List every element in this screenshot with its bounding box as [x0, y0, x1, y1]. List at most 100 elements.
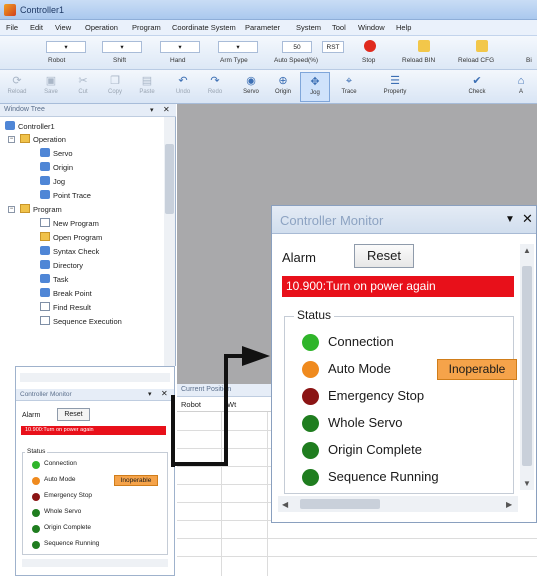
reload-label: Reload [7, 89, 27, 95]
cut-button[interactable]: ✂ Cut [68, 72, 98, 102]
hand-select[interactable]: ▾ [160, 41, 200, 53]
reload-cfg-icon[interactable] [476, 40, 488, 52]
property-button[interactable]: ☰ Property [380, 72, 410, 102]
close-icon[interactable]: ✕ [163, 105, 170, 114]
grid-divider [177, 538, 537, 539]
extra-icon: ⌂ [517, 75, 525, 87]
alarm-label: Alarm [282, 250, 316, 265]
property-icon: ☰ [390, 75, 400, 87]
extra-label: A [518, 89, 523, 95]
save-icon: ▣ [45, 75, 57, 87]
scroll-left-icon[interactable]: ◀ [282, 500, 288, 509]
tree-item-directory[interactable]: Directory [40, 260, 83, 272]
tree-item-point-trace[interactable]: Point Trace [40, 190, 91, 202]
pin-icon[interactable]: ▼ [505, 214, 515, 225]
menu-view[interactable]: View [55, 23, 71, 32]
menu-operation[interactable]: Operation [85, 23, 118, 32]
trace-button[interactable]: ⌖ Trace [334, 72, 364, 102]
status-connection-label: Connection [328, 334, 394, 349]
title-bar: Controller1 [0, 0, 537, 20]
status-sequence-running-label: Sequence Running [328, 469, 439, 484]
undo-button[interactable]: ↶ Undo [168, 72, 198, 102]
rst-field[interactable]: RST [322, 41, 344, 53]
scroll-up-icon[interactable]: ▲ [523, 246, 531, 255]
reset-button[interactable]: Reset [354, 244, 414, 268]
copy-button[interactable]: ❐ Copy [100, 72, 130, 102]
toolbar-extra-button[interactable]: ⌂ A [506, 72, 536, 102]
tree-item-break-point[interactable]: Break Point [40, 288, 92, 300]
jog-icon: ✥ [310, 76, 320, 88]
monitor-title: Controller Monitor [280, 213, 384, 228]
auto-speed-label: Auto Speed(%) [274, 57, 319, 64]
whole-servo-indicator-icon [302, 415, 319, 432]
tree-break-point-label: Break Point [53, 289, 92, 298]
reload-button[interactable]: ⟳ Reload [2, 72, 32, 102]
status-sequence-running: Sequence Running [32, 540, 99, 547]
tree-program-label: Program [33, 205, 62, 214]
servo-button[interactable]: ◉ Servo [236, 72, 266, 102]
tree-item-origin[interactable]: Origin [40, 162, 73, 174]
tree-item-task[interactable]: Task [40, 274, 68, 286]
menu-file[interactable]: File [6, 23, 18, 32]
monitor-scrollbar-thumb[interactable] [522, 266, 532, 466]
arm-type-label: Arm Type [220, 57, 248, 64]
jog-button[interactable]: ✥ Jog [300, 72, 330, 102]
monitor-hscroll-thumb[interactable] [300, 499, 380, 509]
menu-window[interactable]: Window [358, 23, 385, 32]
tree-syntax-check-label: Syntax Check [53, 247, 100, 256]
tree-item-find-result[interactable]: Find Result [40, 302, 91, 314]
break-point-icon [40, 288, 50, 297]
close-icon[interactable]: ✕ [161, 389, 168, 398]
menu-parameter[interactable]: Parameter [245, 23, 280, 32]
tree-item-program[interactable]: Program [20, 204, 62, 216]
monitor-horizontal-scrollbar[interactable] [22, 559, 168, 567]
menu-edit[interactable]: Edit [30, 23, 43, 32]
tree-item-servo[interactable]: Servo [40, 148, 73, 160]
stop-icon[interactable] [364, 40, 376, 52]
grid-divider [221, 412, 222, 576]
menu-coordinate-system[interactable]: Coordinate System [172, 23, 236, 32]
tree-item-sequence-execution[interactable]: Sequence Execution [40, 316, 122, 328]
window-tree-header: Window Tree ▾ ✕ [0, 104, 176, 117]
save-button[interactable]: ▣ Save [36, 72, 66, 102]
tree-scrollbar-thumb[interactable] [165, 144, 174, 214]
tree-item-jog[interactable]: Jog [40, 176, 65, 188]
status-auto-mode-label: Auto Mode [328, 361, 391, 376]
redo-button[interactable]: ↷ Redo [200, 72, 230, 102]
pin-icon[interactable]: ▾ [150, 106, 154, 114]
reset-button[interactable]: Reset [57, 408, 90, 421]
paste-button[interactable]: ▤ Paste [132, 72, 162, 102]
jog-tree-icon [40, 176, 50, 185]
tree-root[interactable]: Controller1 [5, 121, 55, 133]
check-button[interactable]: ✔ Check [462, 72, 492, 102]
close-icon[interactable]: ✕ [522, 211, 533, 227]
status-emergency-stop-label: Emergency Stop [328, 388, 425, 403]
hand-label: Hand [170, 57, 186, 64]
menu-tool[interactable]: Tool [332, 23, 346, 32]
shift-select[interactable]: ▾ [102, 41, 142, 53]
tree-open-program-label: Open Program [53, 233, 103, 242]
property-label: Property [383, 89, 407, 95]
scroll-right-icon[interactable]: ▶ [506, 500, 512, 509]
status-whole-servo-label: Whole Servo [328, 415, 403, 430]
pin-icon[interactable]: ▾ [148, 390, 152, 398]
menu-help[interactable]: Help [396, 23, 411, 32]
status-origin-complete: Origin Complete [32, 524, 91, 531]
expand-operation-toggle[interactable]: − [8, 136, 15, 143]
tree-item-open-program[interactable]: Open Program [40, 232, 102, 244]
scroll-down-icon[interactable]: ▼ [523, 479, 531, 488]
inoperable-badge: Inoperable [114, 475, 158, 486]
save-label: Save [44, 89, 58, 95]
tree-item-syntax-check[interactable]: Syntax Check [40, 246, 99, 258]
tree-horizontal-scrollbar[interactable] [20, 373, 170, 382]
tree-item-operation[interactable]: Operation [20, 134, 66, 146]
menu-system[interactable]: System [296, 23, 321, 32]
expand-program-toggle[interactable]: − [8, 206, 15, 213]
auto-speed-input[interactable]: 50 [282, 41, 312, 53]
menu-program[interactable]: Program [132, 23, 161, 32]
robot-select[interactable]: ▾ [46, 41, 86, 53]
tree-item-new-program[interactable]: New Program [40, 218, 99, 230]
reload-bin-icon[interactable] [418, 40, 430, 52]
arm-type-select[interactable]: ▾ [218, 41, 258, 53]
origin-button[interactable]: ⊕ Origin [268, 72, 298, 102]
